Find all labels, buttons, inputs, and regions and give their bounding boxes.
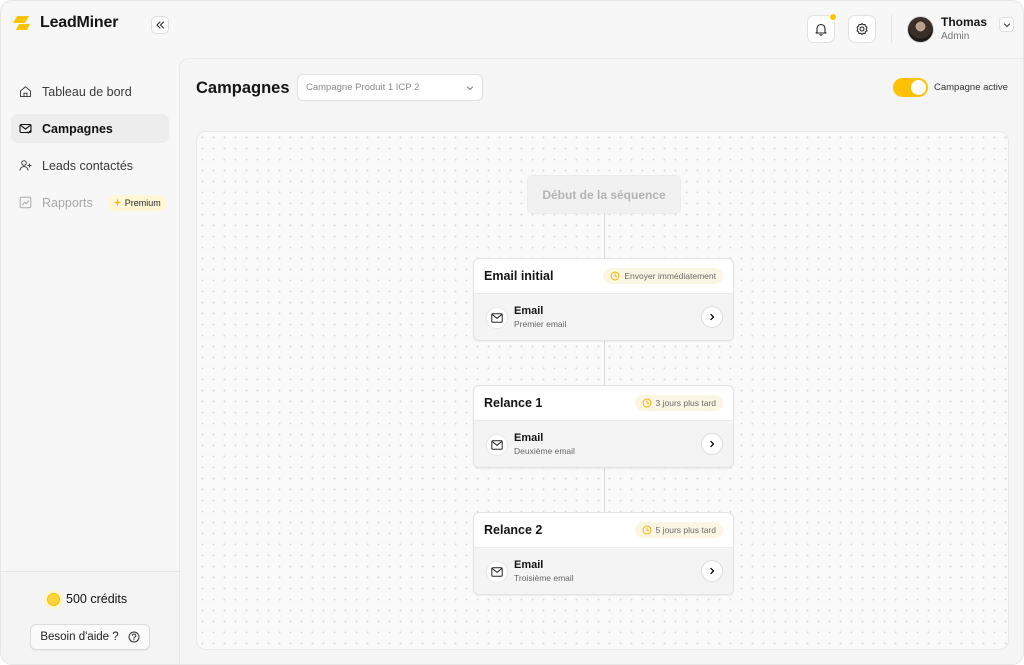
bell-icon	[815, 23, 827, 36]
step-description: Deuxième email	[514, 446, 575, 456]
chevron-right-icon	[710, 313, 715, 321]
mail-icon-wrap	[486, 306, 508, 329]
user-info: Thomas Admin	[941, 15, 987, 43]
sidebar-item-label: Leads contactés	[42, 158, 134, 173]
brand[interactable]: LeadMiner	[13, 14, 118, 32]
step-timing-label: Envoyer immédiatement	[624, 271, 716, 281]
step-body: Email Deuxième email	[474, 421, 733, 468]
home-icon	[20, 86, 31, 97]
sidebar-item-label: Campagnes	[42, 121, 113, 136]
campaign-select-value: Campagne Produit 1 ICP 2	[306, 82, 420, 93]
sparkle-icon	[113, 198, 122, 207]
open-step-button[interactable]	[701, 306, 723, 328]
sequence-canvas: Début de la séquence Email initial Envoy…	[196, 131, 1009, 650]
connector-line	[604, 468, 605, 512]
step-header: Email initial Envoyer immédiatement	[474, 259, 733, 294]
sequence-start-node: Début de la séquence	[527, 175, 681, 214]
step-type: Email	[514, 559, 544, 571]
credits-balance: 500 crédits	[47, 592, 127, 606]
notifications-button[interactable]	[807, 13, 837, 43]
step-timing-label: 3 jours plus tard	[655, 398, 716, 408]
credits-label: 500 crédits	[66, 592, 128, 606]
help-button[interactable]: Besoin d'aide ?	[30, 624, 150, 650]
notification-dot	[829, 13, 837, 21]
connector-line	[604, 214, 605, 258]
double-chevron-left-icon	[156, 21, 165, 29]
mail-icon	[491, 439, 503, 450]
sidebar-item-dashboard[interactable]: Tableau de bord	[11, 77, 169, 106]
collapse-sidebar-button[interactable]	[151, 16, 169, 34]
premium-badge: Premium	[106, 194, 167, 211]
step-info: Email Troisième email	[514, 559, 574, 584]
user-name: Thomas	[941, 15, 988, 29]
step-header: Relance 2 5 jours plus tard	[474, 513, 733, 548]
main-panel: Campagnes Campagne Produit 1 ICP 2 Campa…	[179, 58, 1023, 664]
sequence-step-follow-up-2[interactable]: Relance 2 5 jours plus tard Email Troisi…	[473, 512, 734, 595]
campaign-active-toggle[interactable]: Campagne active	[893, 78, 1008, 97]
mail-icon-wrap	[486, 433, 508, 456]
sidebar-item-label: Rapports	[42, 195, 93, 210]
app-window: LeadMiner Thomas Admin Tableau de bord C…	[0, 0, 1024, 665]
sequence-step-initial-email[interactable]: Email initial Envoyer immédiatement Emai…	[473, 258, 734, 341]
header-divider	[891, 15, 892, 43]
mail-icon-wrap	[486, 560, 508, 583]
sidebar-item-contacted-leads[interactable]: Leads contactés	[11, 151, 169, 180]
step-body: Email Troisième email	[474, 548, 733, 595]
user-menu[interactable]: Thomas Admin	[907, 15, 987, 43]
step-type: Email	[514, 432, 544, 444]
mail-check-icon	[19, 123, 32, 134]
step-timing-label: 5 jours plus tard	[655, 525, 716, 535]
coin-icon	[47, 592, 60, 606]
step-timing-badge: 5 jours plus tard	[634, 522, 723, 538]
step-timing-badge: 3 jours plus tard	[634, 395, 723, 411]
chevron-right-icon	[710, 567, 715, 575]
sequence-step-follow-up-1[interactable]: Relance 1 3 jours plus tard Email Deuxiè…	[473, 385, 734, 468]
step-type: Email	[514, 305, 544, 317]
campaign-select[interactable]: Campagne Produit 1 ICP 2	[297, 74, 483, 101]
step-description: Troisième email	[514, 573, 574, 583]
sidebar-item-label: Tableau de bord	[42, 84, 132, 99]
avatar	[907, 15, 934, 43]
brand-name: LeadMiner	[40, 14, 119, 31]
question-circle-icon	[128, 631, 140, 643]
page-title: Campagnes	[196, 79, 290, 97]
clock-icon	[642, 525, 652, 535]
chevron-down-icon	[1003, 22, 1010, 27]
sidebar-item-campaigns[interactable]: Campagnes	[11, 114, 169, 143]
sidebar-item-reports[interactable]: Rapports Premium	[11, 188, 169, 217]
user-role: Admin	[941, 31, 970, 42]
user-plus-icon	[19, 160, 32, 171]
toggle-knob	[911, 80, 926, 95]
premium-badge-label: Premium	[124, 197, 161, 208]
step-title: Email initial	[484, 269, 554, 283]
logo-icon	[13, 16, 30, 30]
clock-icon	[610, 271, 620, 281]
toggle-label: Campagne active	[934, 82, 1008, 93]
mail-icon	[491, 566, 503, 577]
open-step-button[interactable]	[701, 560, 723, 582]
step-body: Email Premier email	[474, 294, 733, 341]
chevron-right-icon	[710, 440, 715, 448]
mail-icon	[491, 312, 503, 323]
step-header: Relance 1 3 jours plus tard	[474, 386, 733, 421]
sidebar-nav: Tableau de bord Campagnes Leads contacté…	[11, 77, 169, 225]
connector-line	[604, 341, 605, 385]
toggle-switch[interactable]	[893, 78, 928, 97]
gear-icon	[856, 23, 868, 35]
step-description: Premier email	[514, 319, 567, 329]
step-info: Email Deuxième email	[514, 432, 575, 457]
chevron-down-icon	[467, 86, 473, 90]
step-timing-badge: Envoyer immédiatement	[603, 268, 723, 284]
help-label: Besoin d'aide ?	[40, 631, 119, 643]
step-title: Relance 2	[484, 523, 543, 537]
open-step-button[interactable]	[701, 433, 723, 455]
step-info: Email Premier email	[514, 305, 566, 330]
chart-icon	[19, 196, 32, 209]
sidebar-footer: 500 crédits Besoin d'aide ?	[1, 571, 179, 664]
clock-icon	[642, 398, 652, 408]
user-menu-toggle[interactable]	[999, 17, 1014, 32]
settings-button[interactable]	[848, 15, 876, 43]
step-title: Relance 1	[484, 396, 543, 410]
